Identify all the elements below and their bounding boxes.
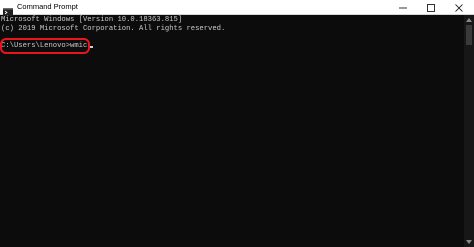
console-output[interactable]: Microsoft Windows [Version 10.0.18363.81…: [0, 15, 464, 247]
scrollbar-thumb[interactable]: [466, 25, 472, 45]
cmd-icon: [3, 3, 13, 16]
minimize-icon: [399, 7, 407, 8]
maximize-button[interactable]: [417, 0, 445, 15]
scroll-up-icon[interactable]: [466, 18, 472, 22]
close-button[interactable]: [445, 0, 473, 15]
title-bar[interactable]: Command Prompt: [0, 0, 474, 16]
console-line-copyright: (c) 2019 Microsoft Corporation. All righ…: [1, 25, 226, 33]
scroll-down-icon[interactable]: [466, 240, 472, 244]
cmd-window: Command Prompt Microsoft Windows [Versio…: [0, 0, 474, 247]
highlight-annotation: [0, 38, 90, 54]
maximize-icon: [427, 3, 435, 12]
close-icon: [455, 3, 463, 12]
window-title: Command Prompt: [17, 2, 78, 11]
vertical-scrollbar[interactable]: [464, 15, 474, 247]
minimize-button[interactable]: [389, 0, 417, 15]
console-line-version: Microsoft Windows [Version 10.0.18363.81…: [1, 16, 183, 24]
